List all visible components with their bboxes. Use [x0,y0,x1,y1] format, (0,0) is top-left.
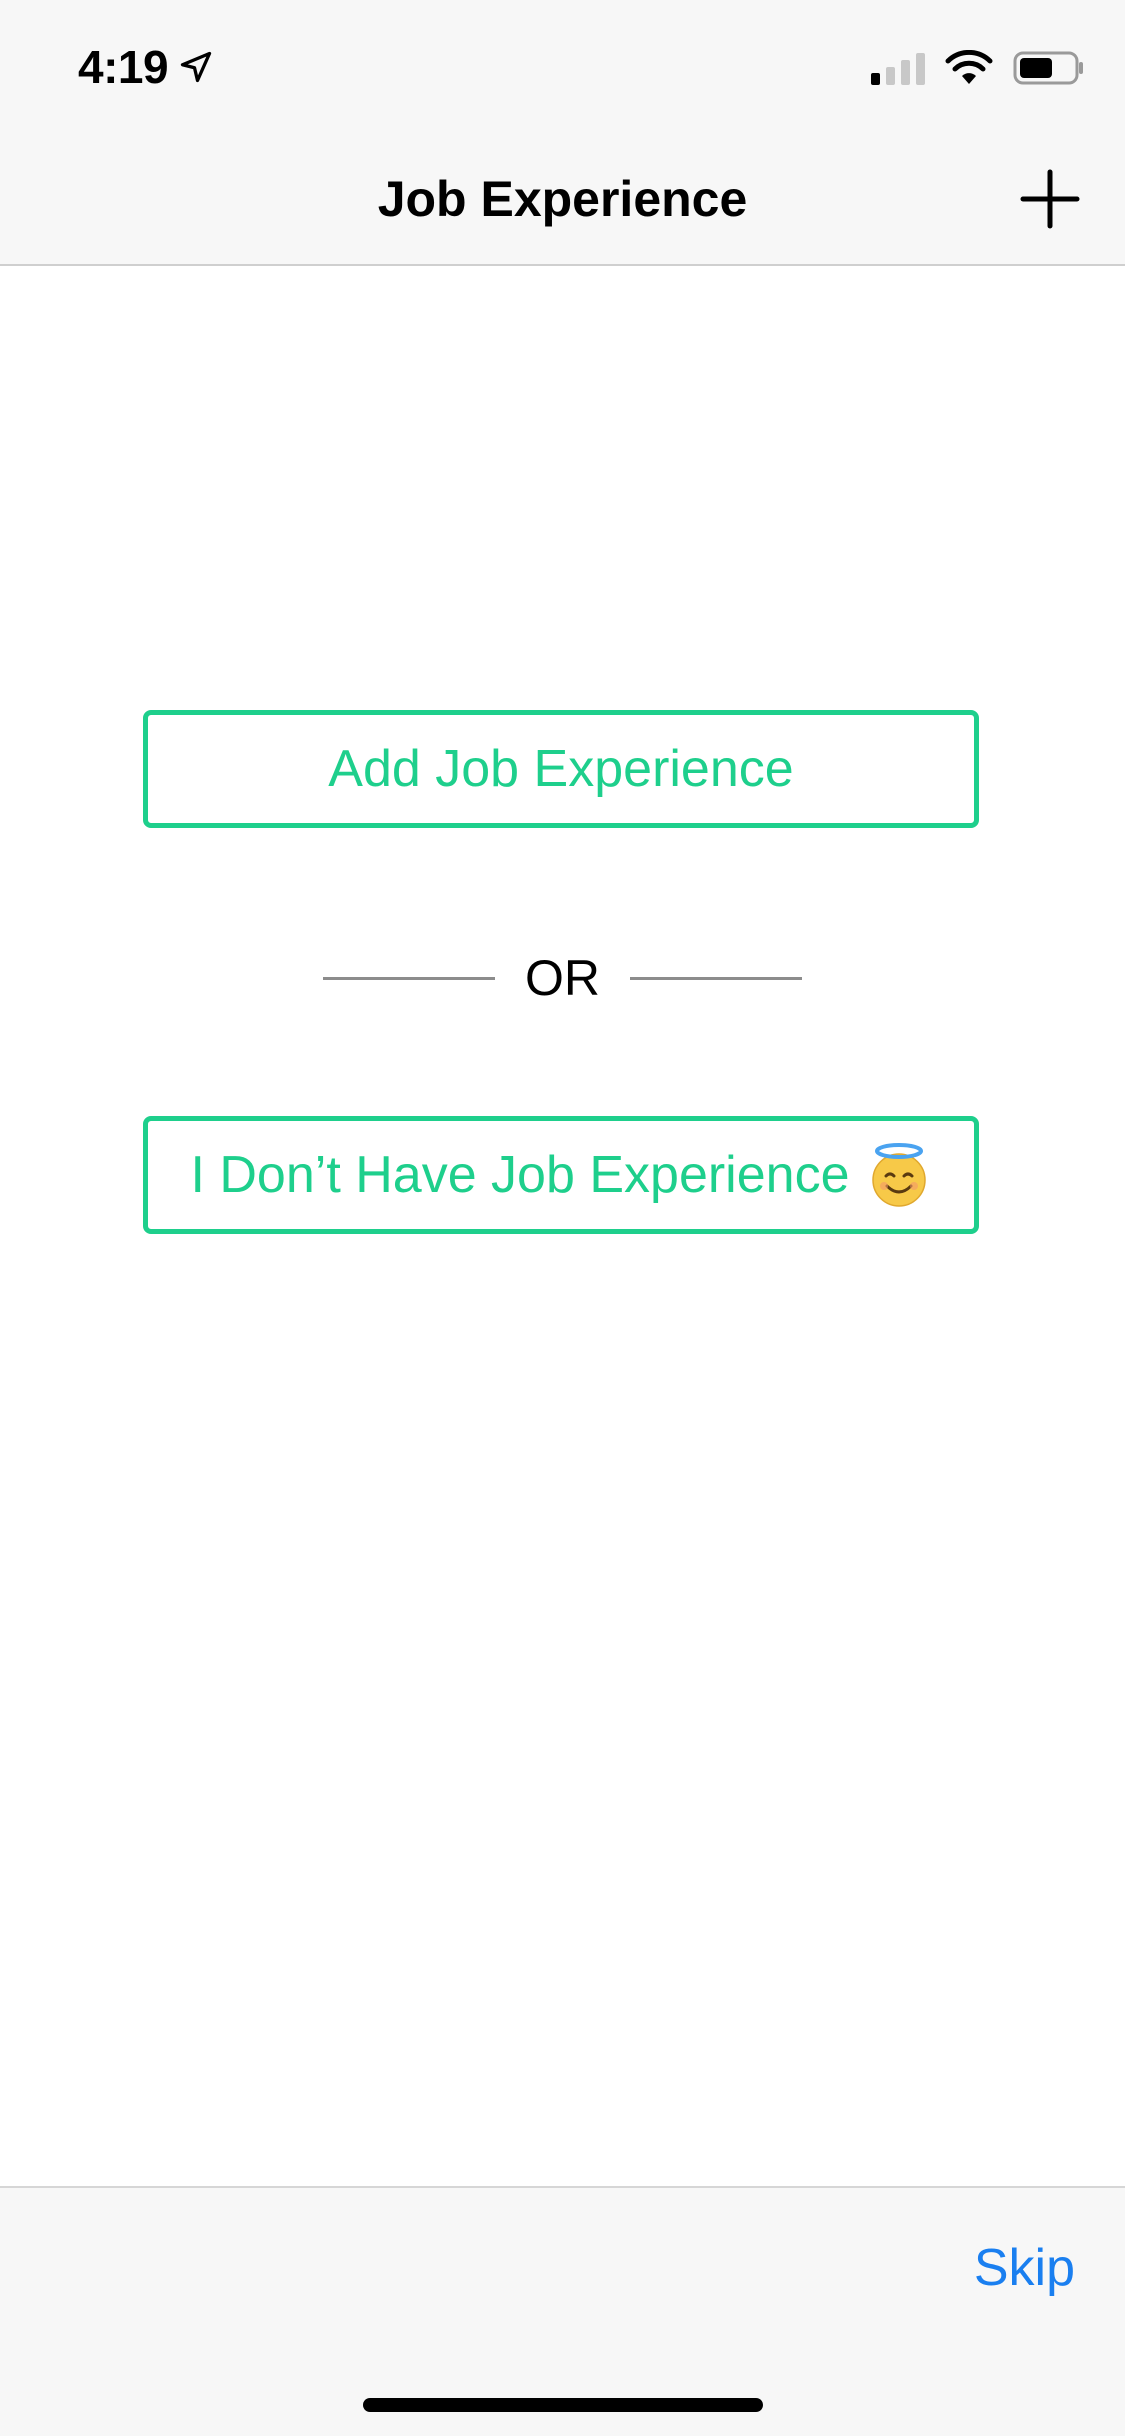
page-title: Job Experience [377,171,748,227]
status-time: 4:19 [78,40,214,94]
add-job-experience-button[interactable]: Add Job Experience [143,710,979,828]
bottom-toolbar: Skip [0,2186,1125,2436]
status-bar: 4:19 [0,0,1125,132]
no-job-experience-label: I Don’t Have Job Experience [190,1146,850,1204]
home-indicator[interactable] [363,2398,763,2412]
or-text: OR [525,950,600,1006]
location-arrow-icon [180,51,212,83]
status-time-text: 4:19 [78,41,169,93]
plus-icon[interactable] [1015,164,1085,234]
job-experience-screen: 4:19 Job Experience Add Job Experience O… [0,0,1125,2436]
cellular-signal-icon [871,51,925,85]
separator-line-left [323,976,495,980]
battery-icon [1013,51,1083,85]
navigation-bar: Job Experience [0,132,1125,266]
or-separator: OR [0,948,1125,1008]
status-icons [871,50,1085,86]
smiling-face-with-halo-icon [871,1143,926,1207]
add-job-experience-label: Add Job Experience [328,740,794,798]
separator-line-right [630,976,802,980]
wifi-icon [945,50,993,84]
skip-button[interactable]: Skip [974,2238,1075,2298]
no-job-experience-button[interactable]: I Don’t Have Job Experience [143,1116,979,1234]
